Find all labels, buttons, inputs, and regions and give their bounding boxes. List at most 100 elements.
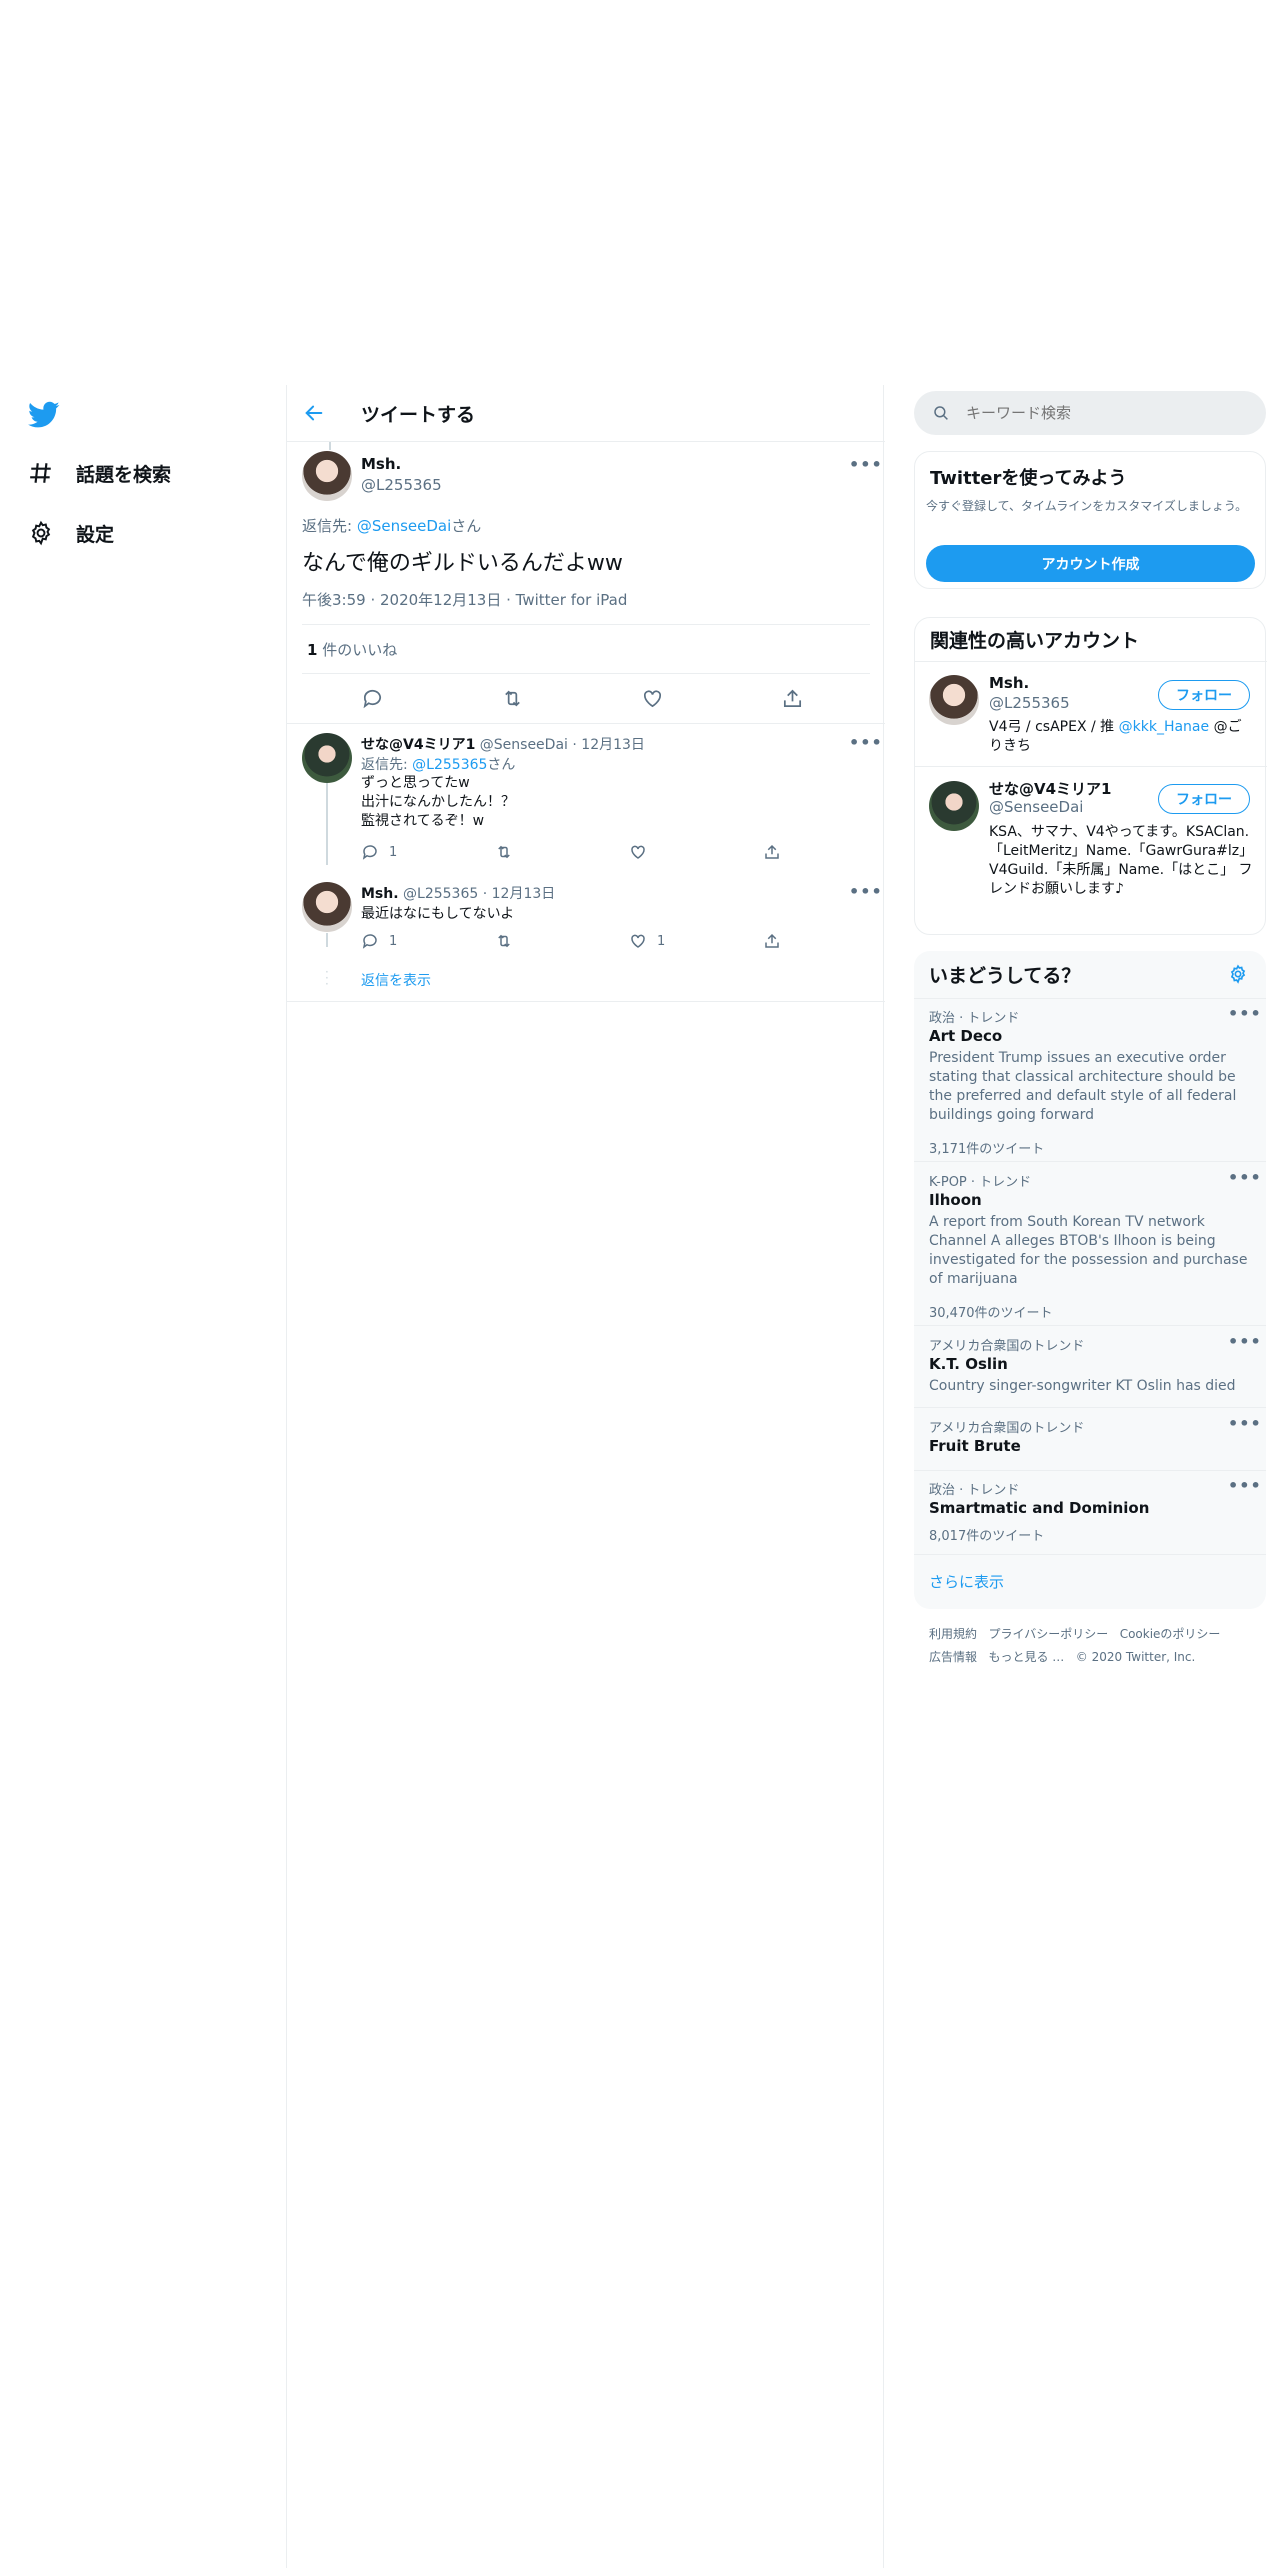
reply-suffix: さん — [451, 517, 482, 535]
tweet-date[interactable]: 2020年12月13日 — [380, 591, 501, 609]
avatar[interactable] — [929, 675, 979, 725]
trend-tweet-count: 30,470件のツイート — [929, 1306, 1053, 1321]
avatar[interactable] — [302, 733, 352, 783]
likes-summary[interactable]: 1 件のいいね — [307, 639, 397, 660]
reply-text-line: 出汁になんかしたん！？ — [361, 794, 515, 810]
trend-item[interactable]: 政治 · トレンド ••• Smartmatic and Dominion 8,… — [914, 1471, 1266, 1555]
avatar[interactable] — [929, 781, 979, 831]
account-name[interactable]: せな@V4ミリア1 — [989, 778, 1111, 799]
reply-author-name[interactable]: Msh. — [361, 886, 399, 902]
share-button[interactable] — [763, 843, 791, 861]
retweet-button[interactable] — [495, 843, 523, 861]
trend-name: Fruit Brute — [929, 1437, 1021, 1455]
more-icon[interactable]: ••• — [849, 455, 883, 474]
tweet-time[interactable]: 午後3:59 — [302, 591, 366, 609]
account-bio: KSA、サマナ、V4やってます。KSAClan.「LeitMeritz」Name… — [989, 824, 1254, 897]
retweet-button[interactable] — [501, 687, 534, 710]
show-replies-link[interactable]: 返信を表示 — [361, 970, 431, 990]
more-icon[interactable]: ••• — [1228, 1168, 1262, 1187]
search-icon — [932, 404, 950, 422]
like-button[interactable] — [629, 843, 657, 861]
twitter-logo-icon[interactable] — [28, 401, 60, 429]
reply-icon — [361, 932, 389, 950]
signup-subtitle: 今すぐ登録して、タイムラインをカスタマイズしましょう。 — [926, 499, 1248, 513]
page-title: ツイートする — [361, 404, 476, 426]
tweet-text: なんで俺のギルドいるんだよww — [302, 551, 623, 576]
trend-item[interactable]: K-POP · トレンド ••• Ilhoon A report from So… — [914, 1163, 1266, 1326]
reply-button[interactable]: 1 — [361, 932, 397, 950]
nav-label-settings: 設定 — [76, 523, 115, 546]
create-account-button[interactable]: アカウント作成 — [926, 545, 1255, 582]
account-handle[interactable]: @SenseeDai — [989, 798, 1083, 816]
tweet-author-handle[interactable]: @L255365 — [361, 476, 442, 494]
like-count: 1 — [657, 933, 666, 949]
search-input[interactable] — [966, 404, 1236, 422]
share-icon — [763, 932, 791, 950]
settings-gear-icon[interactable] — [1228, 964, 1248, 984]
reply-count: 1 — [389, 933, 398, 949]
trend-item[interactable]: アメリカ合衆国のトレンド ••• K.T. Oslin Country sing… — [914, 1327, 1266, 1408]
nav-item-explore[interactable]: 話題を検索 — [28, 451, 171, 495]
account-handle[interactable]: @L255365 — [989, 694, 1070, 712]
reply-button[interactable]: 1 — [361, 843, 397, 861]
trend-item[interactable]: 政治 · トレンド ••• Art Deco President Trump i… — [914, 999, 1266, 1162]
trend-meta: アメリカ合衆国のトレンド — [929, 1421, 1085, 1436]
related-title: 関連性の高いアカウント — [930, 630, 1140, 652]
account-bio: V4弓 / csAPEX / 推 @kkk_Hanae @ごりきち — [989, 718, 1255, 756]
trend-item[interactable]: アメリカ合衆国のトレンド ••• Fruit Brute — [914, 1409, 1266, 1471]
trend-meta: K-POP · トレンド — [929, 1175, 1032, 1190]
reply-context: 返信先: @L255365さん — [361, 754, 515, 774]
footer-link-more[interactable]: もっと見る … — [988, 1650, 1064, 1664]
footer-link-ads[interactable]: 広告情報 — [929, 1650, 977, 1664]
signup-card: Twitterを使ってみよう 今すぐ登録して、タイムラインをカスタマイズしましょ… — [914, 451, 1266, 589]
account-name[interactable]: Msh. — [989, 674, 1029, 692]
trend-description: President Trump issues an executive orde… — [929, 1050, 1237, 1123]
reply-button[interactable] — [361, 687, 394, 710]
follow-button[interactable]: フォロー — [1158, 784, 1250, 814]
share-button[interactable] — [781, 687, 814, 710]
trend-meta: 政治 · トレンド — [929, 1011, 1020, 1026]
more-icon[interactable]: ••• — [1228, 1476, 1262, 1495]
follow-button[interactable]: フォロー — [1158, 680, 1250, 710]
nav-item-settings[interactable]: 設定 — [28, 511, 114, 555]
trend-meta: 政治 · トレンド — [929, 1483, 1020, 1498]
reply-to-link[interactable]: @L255365 — [412, 757, 487, 773]
reply-date[interactable]: 12月13日 — [581, 737, 645, 753]
share-icon — [763, 843, 791, 861]
reply-to-link[interactable]: @SenseeDai — [357, 517, 451, 535]
more-icon[interactable]: ••• — [1228, 1004, 1262, 1023]
more-icon[interactable]: ••• — [849, 733, 883, 752]
share-button[interactable] — [763, 932, 791, 950]
trend-tweet-count: 3,171件のツイート — [929, 1142, 1045, 1157]
main-column: ツイートする Msh. @L255365 ••• 返信先: @SenseeDai… — [286, 385, 885, 2568]
retweet-icon — [495, 932, 523, 950]
more-icon[interactable]: ••• — [1228, 1414, 1262, 1433]
likes-label: 件のいいね — [322, 641, 398, 659]
tweet-author-name[interactable]: Msh. — [361, 455, 401, 473]
reply-count: 1 — [389, 844, 398, 860]
footer-copyright: © 2020 Twitter, Inc. — [1075, 1650, 1196, 1664]
reply-author-handle[interactable]: @SenseeDai — [480, 737, 568, 753]
search-box[interactable] — [914, 391, 1266, 435]
more-icon[interactable]: ••• — [849, 882, 883, 901]
reply-author-handle[interactable]: @L255365 — [403, 886, 478, 902]
retweet-button[interactable] — [495, 932, 523, 950]
footer-link-cookies[interactable]: Cookieのポリシー — [1120, 1627, 1221, 1641]
avatar[interactable] — [302, 882, 352, 932]
avatar[interactable] — [302, 451, 352, 501]
heart-icon — [629, 932, 657, 950]
like-button[interactable]: 1 — [629, 932, 665, 950]
share-icon — [781, 687, 814, 710]
reply-date[interactable]: 12月13日 — [492, 886, 556, 902]
back-arrow-icon[interactable] — [303, 402, 325, 424]
bio-mention-link[interactable]: @kkk_Hanae — [1119, 719, 1210, 735]
show-more-link[interactable]: さらに表示 — [929, 1571, 1004, 1592]
reply-text: 最近はなにもしてないよ — [361, 906, 515, 922]
more-icon[interactable]: ••• — [1228, 1332, 1262, 1351]
footer-link-privacy[interactable]: プライバシーポリシー — [988, 1627, 1108, 1641]
divider — [287, 1001, 885, 1002]
tweet-source[interactable]: Twitter for iPad — [516, 591, 628, 609]
reply-author-name[interactable]: せな@V4ミリア1 — [361, 737, 475, 753]
footer-link-terms[interactable]: 利用規約 — [929, 1627, 977, 1641]
like-button[interactable] — [641, 687, 674, 710]
